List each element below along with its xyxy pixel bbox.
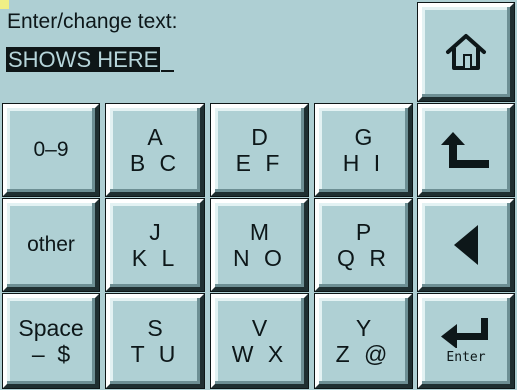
corner-accent bbox=[0, 0, 9, 9]
jkl-key-line2: K L bbox=[131, 245, 179, 271]
pqr-key-line2: Q R bbox=[337, 245, 390, 271]
enter-button[interactable]: Enter bbox=[417, 293, 515, 389]
stu-key[interactable]: S T U bbox=[105, 293, 205, 389]
space-key[interactable]: Space – $ bbox=[2, 293, 100, 389]
mno-key-line2: N O bbox=[233, 245, 286, 271]
home-icon bbox=[444, 30, 488, 74]
other-key-label: other bbox=[27, 233, 75, 256]
def-key[interactable]: D E F bbox=[210, 103, 309, 197]
return-arrow-icon bbox=[441, 132, 491, 168]
abc-key-line1: A bbox=[147, 124, 163, 150]
prompt-label: Enter/change text: bbox=[7, 10, 178, 33]
home-button[interactable] bbox=[417, 2, 515, 102]
entered-text: SHOWS HERE bbox=[6, 47, 161, 72]
mno-key-line1: M bbox=[249, 219, 270, 245]
space-key-line1: Space bbox=[18, 315, 84, 341]
stu-key-line2: T U bbox=[130, 341, 180, 367]
yz-key-line1: Y bbox=[355, 315, 372, 341]
yz-key[interactable]: Y Z @ bbox=[314, 293, 413, 389]
digits-key-label: 0–9 bbox=[33, 138, 69, 161]
ghi-key-line1: G bbox=[354, 124, 373, 150]
jkl-key[interactable]: J K L bbox=[105, 198, 205, 292]
ghi-key-line2: H I bbox=[342, 150, 385, 176]
jkl-key-line1: J bbox=[149, 219, 161, 245]
pqr-key[interactable]: P Q R bbox=[314, 198, 413, 292]
pqr-key-line1: P bbox=[355, 219, 372, 245]
cursor-left-button[interactable] bbox=[417, 198, 515, 292]
enter-key-label: Enter bbox=[446, 349, 486, 365]
vwx-key-line1: V bbox=[251, 315, 268, 341]
mno-key[interactable]: M N O bbox=[210, 198, 309, 292]
def-key-line2: E F bbox=[235, 150, 284, 176]
enter-arrow-icon bbox=[441, 317, 491, 348]
back-button[interactable] bbox=[417, 103, 515, 197]
vwx-key-line2: W X bbox=[231, 341, 288, 367]
space-key-line2: – $ bbox=[31, 341, 71, 367]
other-key[interactable]: other bbox=[2, 198, 100, 292]
stu-key-line1: S bbox=[147, 315, 163, 341]
abc-key-line2: B C bbox=[129, 150, 181, 176]
keyboard-screen: Enter/change text: SHOWS HERE 0–9 A B C … bbox=[0, 0, 517, 390]
def-key-line1: D bbox=[251, 124, 268, 150]
ghi-key[interactable]: G H I bbox=[314, 103, 413, 197]
digits-key[interactable]: 0–9 bbox=[2, 103, 100, 197]
abc-key[interactable]: A B C bbox=[105, 103, 205, 197]
yz-key-line2: Z @ bbox=[335, 341, 392, 367]
left-triangle-icon bbox=[454, 225, 478, 265]
vwx-key[interactable]: V W X bbox=[210, 293, 309, 389]
text-cursor bbox=[161, 50, 175, 72]
text-entry-field[interactable]: SHOWS HERE bbox=[6, 47, 175, 72]
